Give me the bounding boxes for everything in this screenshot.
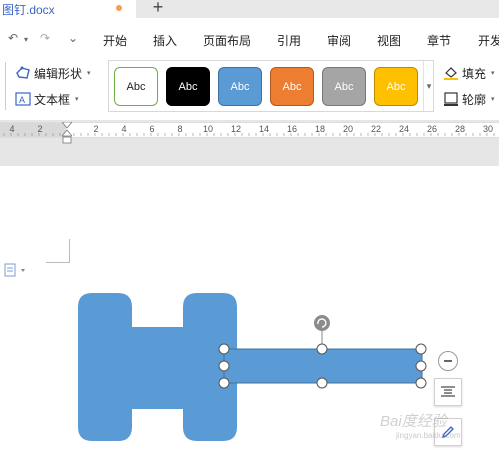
- h-shape[interactable]: [78, 293, 237, 441]
- ruler-label: 28: [454, 124, 466, 134]
- document-tab-title: 图钉.docx: [2, 3, 55, 17]
- ruler-label: 24: [398, 124, 410, 134]
- outline-caret-icon: ▾: [491, 96, 495, 103]
- ruler-label: 22: [370, 124, 382, 134]
- paragraph-layout-icon[interactable]: [4, 263, 28, 277]
- ribbon-separator: [0, 62, 6, 110]
- style-swatch-blue[interactable]: Abc: [218, 67, 262, 106]
- fill-bucket-icon: [442, 66, 459, 80]
- menu-insert[interactable]: 插入: [153, 32, 177, 49]
- menu-chapter[interactable]: 章节: [427, 32, 451, 49]
- ribbon: 编辑形状 ▾ A 文本框 ▾ Abc Abc Abc Abc Abc Abc ▾…: [0, 56, 499, 118]
- new-tab-button[interactable]: +: [148, 0, 168, 18]
- edit-shape-caret-icon: ▾: [87, 70, 91, 77]
- outline-icon: [442, 92, 459, 106]
- text-box-icon: A: [14, 92, 31, 106]
- layout-options-button[interactable]: [434, 378, 462, 406]
- minus-icon: [444, 360, 452, 362]
- menu-bar: ↶ ▾ ↷ ⌄ 开始 插入 页面布局 引用 审阅 视图 章节 开发: [0, 26, 499, 52]
- menu-review[interactable]: 审阅: [327, 32, 351, 49]
- ruler-label: 10: [202, 124, 214, 134]
- watermark-text: Bai度经验: [380, 413, 447, 430]
- text-box-button[interactable]: A 文本框 ▾: [14, 90, 79, 108]
- resize-handle-left[interactable]: [218, 360, 230, 372]
- resize-handle-bottom[interactable]: [316, 377, 328, 389]
- resize-handle-bottom-left[interactable]: [218, 377, 230, 389]
- ruler-label: 4: [9, 124, 15, 134]
- unsaved-dot-icon: [116, 5, 122, 11]
- resize-handle-top-right[interactable]: [415, 343, 427, 355]
- undo-icon[interactable]: ↶: [8, 31, 18, 45]
- ruler-label: 18: [314, 124, 326, 134]
- menu-page-layout[interactable]: 页面布局: [203, 32, 251, 49]
- horizontal-ruler[interactable]: 4 2 2 4 6 8 10 12 14 16 18 20 22 24 26 2…: [0, 122, 499, 138]
- ruler-label: 30: [482, 124, 494, 134]
- ruler-label: 8: [177, 124, 183, 134]
- resize-handle-top[interactable]: [316, 343, 328, 355]
- rotate-handle-icon[interactable]: [314, 315, 330, 331]
- ruler-label: 20: [342, 124, 354, 134]
- ruler-label: 6: [149, 124, 155, 134]
- resize-handle-top-left[interactable]: [218, 343, 230, 355]
- edit-shape-icon: [14, 66, 31, 80]
- text-box-caret-icon: ▾: [75, 96, 79, 103]
- ruler-label: 4: [121, 124, 127, 134]
- fill-label: 填充: [462, 66, 487, 81]
- style-swatch-orange[interactable]: Abc: [270, 67, 314, 106]
- menu-references[interactable]: 引用: [277, 32, 301, 49]
- document-tab[interactable]: 图钉.docx: [0, 0, 136, 18]
- ruler-label: 26: [426, 124, 438, 134]
- ruler-label: 14: [258, 124, 270, 134]
- shape-style-gallery: Abc Abc Abc Abc Abc Abc ▾: [108, 60, 434, 112]
- menu-view[interactable]: 视图: [377, 32, 401, 49]
- watermark-subtext: jingyan.baidu.com: [396, 431, 461, 440]
- edit-shape-label: 编辑形状: [34, 66, 83, 81]
- fill-caret-icon: ▾: [491, 70, 495, 77]
- outline-button[interactable]: 轮廓 ▾: [442, 90, 495, 108]
- gallery-more-icon[interactable]: ▾: [423, 61, 434, 111]
- style-swatch-yellow[interactable]: Abc: [374, 67, 418, 106]
- tab-bar: 图钉.docx +: [0, 0, 499, 18]
- ruler-label: 2: [37, 124, 43, 134]
- collapse-toolbar-button[interactable]: [438, 351, 458, 371]
- resize-handle-right[interactable]: [415, 360, 427, 372]
- ruler-label: 16: [286, 124, 298, 134]
- text-box-label: 文本框: [34, 92, 71, 107]
- menu-home[interactable]: 开始: [103, 32, 127, 49]
- style-swatch-black[interactable]: Abc: [166, 67, 210, 106]
- text-wrap-icon: [441, 386, 455, 397]
- ruler-ticks: [3, 133, 495, 136]
- redo-icon[interactable]: ↷: [40, 31, 50, 45]
- style-swatch-gray[interactable]: Abc: [322, 67, 366, 106]
- ruler-label: 12: [230, 124, 242, 134]
- svg-text:A: A: [19, 95, 25, 105]
- menu-developer[interactable]: 开发: [478, 32, 499, 49]
- resize-handle-bottom-right[interactable]: [415, 377, 427, 389]
- ruler-label: 2: [93, 124, 99, 134]
- fill-button[interactable]: 填充 ▾: [442, 64, 495, 82]
- edit-shape-button[interactable]: 编辑形状 ▾: [14, 64, 91, 82]
- style-swatch-white[interactable]: Abc: [114, 67, 158, 106]
- margin-corner-mark: [46, 239, 70, 263]
- outline-label: 轮廓: [462, 92, 487, 107]
- undo-dropdown-icon[interactable]: ▾: [24, 35, 28, 44]
- customize-toolbar-icon[interactable]: ⌄: [68, 31, 78, 45]
- indent-marker-icon[interactable]: [62, 122, 72, 146]
